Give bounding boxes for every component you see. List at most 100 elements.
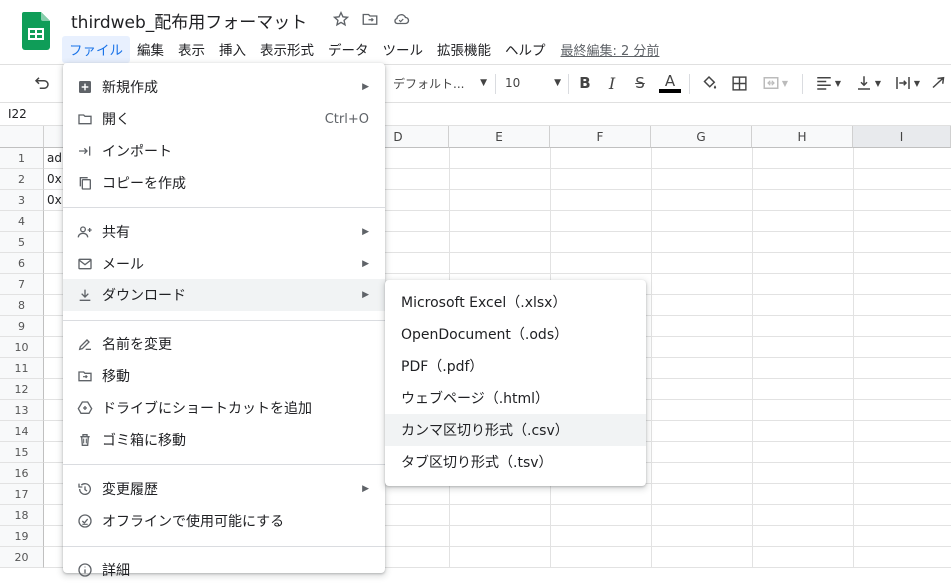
download-option-4[interactable]: ウェブページ（.html） — [385, 382, 646, 414]
download-option-2[interactable]: OpenDocument（.ods） — [385, 318, 646, 350]
file-menu-item-rename-pencil[interactable]: 名前を変更 — [63, 328, 385, 360]
row-header-1[interactable]: 1 — [0, 148, 44, 169]
italic-icon[interactable]: I — [601, 65, 623, 101]
font-family-select[interactable]: デフォルト... ▼ — [393, 65, 487, 101]
toolbar-divider — [689, 74, 690, 94]
cell-a1[interactable]: ad — [47, 151, 62, 165]
download-option-5[interactable]: カンマ区切り形式（.csv） — [385, 414, 646, 446]
font-family-value: デフォルト... — [393, 76, 465, 91]
move-folder-icon — [77, 368, 93, 384]
menu-separator — [63, 320, 385, 321]
move-to-folder-icon[interactable] — [361, 10, 379, 28]
download-option-6[interactable]: タブ区切り形式（.tsv） — [385, 446, 646, 478]
file-menu-item-person-add[interactable]: 共有 ▶ — [63, 216, 385, 248]
text-color-icon[interactable]: A — [658, 65, 682, 101]
strikethrough-icon[interactable]: S — [629, 65, 651, 101]
row-header-18[interactable]: 18 — [0, 505, 44, 526]
file-menu-item-folder[interactable]: 開く Ctrl+O — [63, 103, 385, 135]
menu-insert[interactable]: 挿入 — [212, 36, 253, 63]
file-menu-item-move-folder[interactable]: 移動 — [63, 360, 385, 392]
download-option-label: OpenDocument（.ods） — [401, 327, 569, 343]
undo-icon[interactable] — [28, 65, 56, 101]
row-header-16[interactable]: 16 — [0, 463, 44, 484]
column-header-e[interactable]: E — [449, 126, 550, 148]
toolbar-divider — [495, 74, 496, 94]
download-option-label: カンマ区切り形式（.csv） — [401, 423, 569, 439]
cloud-saved-icon[interactable] — [392, 10, 410, 28]
row-header-2[interactable]: 2 — [0, 169, 44, 190]
column-header-g[interactable]: G — [651, 126, 752, 148]
star-icon[interactable] — [332, 10, 350, 28]
row-header-10[interactable]: 10 — [0, 337, 44, 358]
horizontal-align-icon[interactable]: ▼ — [810, 65, 846, 101]
select-all-corner[interactable] — [0, 126, 44, 148]
file-menu-item-offline-check[interactable]: オフラインで使用可能にする — [63, 505, 385, 537]
bold-icon[interactable]: B — [574, 65, 596, 101]
file-menu-item-history[interactable]: 変更履歴 ▶ — [63, 473, 385, 505]
fill-color-icon[interactable] — [697, 65, 721, 101]
file-menu-item-download[interactable]: ダウンロード ▶ — [63, 279, 385, 311]
folder-icon — [77, 111, 93, 127]
file-menu-item-label: 移動 — [102, 369, 130, 385]
row-header-13[interactable]: 13 — [0, 400, 44, 421]
column-header-i[interactable]: I — [853, 126, 951, 148]
cell-a3[interactable]: 0x — [47, 193, 62, 207]
download-option-3[interactable]: PDF（.pdf） — [385, 350, 646, 382]
merge-cells-icon[interactable]: ▼ — [757, 65, 793, 101]
download-option-1[interactable]: Microsoft Excel（.xlsx） — [385, 286, 646, 318]
info-icon — [77, 562, 93, 578]
row-header-17[interactable]: 17 — [0, 484, 44, 505]
submenu-arrow-icon: ▶ — [362, 227, 369, 237]
file-menu-item-drive-shortcut[interactable]: ドライブにショートカットを追加 — [63, 392, 385, 424]
file-menu-item-label: オフラインで使用可能にする — [102, 514, 285, 530]
row-header-4[interactable]: 4 — [0, 211, 44, 232]
menu-file[interactable]: ファイル — [62, 35, 130, 63]
row-header-11[interactable]: 11 — [0, 358, 44, 379]
row-header-9[interactable]: 9 — [0, 316, 44, 337]
download-icon — [77, 287, 93, 303]
row-header-3[interactable]: 3 — [0, 190, 44, 211]
text-rotation-icon[interactable] — [928, 65, 950, 101]
file-menu-item-label: ドライブにショートカットを追加 — [102, 401, 312, 417]
file-menu-item-trash[interactable]: ゴミ箱に移動 — [63, 424, 385, 456]
name-box[interactable]: I22 — [8, 107, 27, 121]
chevron-down-icon: ▼ — [480, 78, 487, 88]
text-wrap-icon[interactable]: ▼ — [889, 65, 925, 101]
file-menu-item-label: インポート — [102, 144, 172, 160]
menu-extensions[interactable]: 拡張機能 — [430, 36, 498, 63]
row-header-15[interactable]: 15 — [0, 442, 44, 463]
menu-tools[interactable]: ツール — [376, 36, 431, 63]
font-size-select[interactable]: 10 ▼ — [505, 65, 561, 101]
cell-a2[interactable]: 0x — [47, 172, 62, 186]
row-header-20[interactable]: 20 — [0, 547, 44, 568]
column-header-h[interactable]: H — [752, 126, 853, 148]
menu-data[interactable]: データ — [321, 36, 376, 63]
file-menu: 新規作成 ▶ 開く Ctrl+O インポートコピーを作成 共有 ▶ メール ▶ ダウンロード ▶ 名前… — [63, 63, 385, 579]
borders-icon[interactable] — [727, 65, 751, 101]
sheets-logo-icon[interactable] — [22, 12, 50, 50]
file-menu-item-import-arrow[interactable]: インポート — [63, 135, 385, 167]
row-header-6[interactable]: 6 — [0, 253, 44, 274]
shortcut-label: Ctrl+O — [324, 111, 369, 127]
file-menu-item-mail[interactable]: メール ▶ — [63, 248, 385, 280]
column-header-f[interactable]: F — [550, 126, 651, 148]
file-menu-item-copy[interactable]: コピーを作成 — [63, 167, 385, 199]
vertical-align-icon[interactable]: ▼ — [851, 65, 885, 101]
file-menu-item-label: 名前を変更 — [102, 337, 172, 353]
trash-icon — [77, 432, 93, 448]
row-header-8[interactable]: 8 — [0, 295, 44, 316]
file-menu-item-plus-box[interactable]: 新規作成 ▶ — [63, 71, 385, 103]
file-menu-item-info[interactable]: 詳細 — [63, 554, 385, 586]
last-edit-link[interactable]: 最終編集: 2 分前 — [561, 40, 660, 59]
menu-edit[interactable]: 編集 — [130, 36, 171, 63]
row-header-5[interactable]: 5 — [0, 232, 44, 253]
row-header-7[interactable]: 7 — [0, 274, 44, 295]
menu-help[interactable]: ヘルプ — [498, 36, 553, 63]
menu-format[interactable]: 表示形式 — [253, 36, 321, 63]
row-header-19[interactable]: 19 — [0, 526, 44, 547]
row-header-14[interactable]: 14 — [0, 421, 44, 442]
mail-icon — [77, 256, 93, 272]
row-header-12[interactable]: 12 — [0, 379, 44, 400]
document-title[interactable]: thirdweb_配布用フォーマット — [71, 8, 307, 33]
menu-view[interactable]: 表示 — [171, 36, 212, 63]
